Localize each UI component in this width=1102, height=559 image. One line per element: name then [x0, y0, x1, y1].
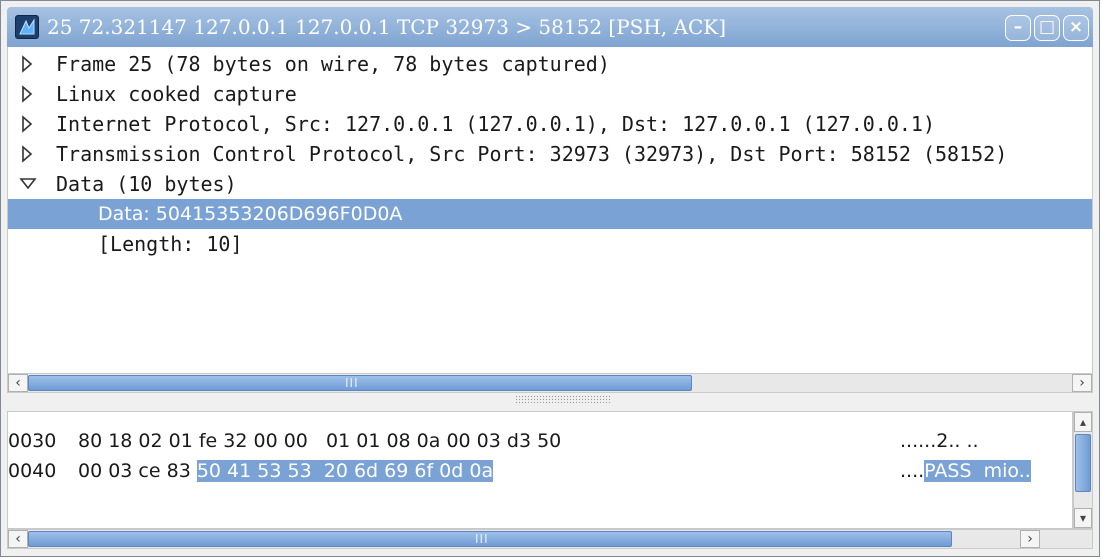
tree-row-data-value[interactable]: Data: 50415353206D696F0D0A — [8, 199, 1092, 229]
collapse-triangle-icon[interactable] — [18, 169, 38, 199]
expand-triangle-icon[interactable] — [18, 109, 38, 139]
scroll-thumb[interactable]: III — [28, 531, 952, 547]
hex-ascii: ......2.. .. — [900, 430, 979, 452]
tree-row-tcp[interactable]: Transmission Control Protocol, Src Port:… — [8, 139, 1092, 169]
packet-bytes-pane[interactable]: 0030 80 18 02 01 fe 32 00 00 01 01 08 0a… — [7, 411, 1073, 529]
expand-triangle-icon[interactable] — [18, 139, 38, 169]
close-button[interactable]: × — [1063, 15, 1089, 41]
scroll-grip: III — [345, 376, 359, 390]
bytes-vertical-scrollbar[interactable]: ▴ ▾ — [1073, 411, 1093, 529]
minimize-button[interactable]: – — [1005, 15, 1031, 41]
hex-bytes-highlighted[interactable]: 50 41 53 53 20 6d 69 6f 0d 0a — [196, 460, 494, 482]
tree-row-ip[interactable]: Internet Protocol, Src: 127.0.0.1 (127.0… — [8, 109, 1092, 139]
scroll-thumb[interactable]: III — [28, 375, 692, 391]
scroll-down-button[interactable]: ▾ — [1074, 508, 1092, 528]
window-title: 25 72.321147 127.0.0.1 127.0.0.1 TCP 329… — [47, 15, 727, 39]
tree-row-label: Transmission Control Protocol, Src Port:… — [56, 142, 1008, 166]
expand-triangle-icon[interactable] — [18, 49, 38, 79]
tree-row-label: Data (10 bytes) — [56, 172, 237, 196]
scroll-left-button[interactable]: ‹ — [8, 530, 28, 548]
hex-offset: 0030 — [8, 430, 57, 452]
tree-row-length[interactable]: [Length: 10] — [8, 229, 1092, 259]
expand-triangle-icon[interactable] — [18, 79, 38, 109]
tree-row-linux-cooked[interactable]: Linux cooked capture — [8, 79, 1092, 109]
tree-row-label: [Length: 10] — [98, 232, 243, 256]
pane-splitter[interactable] — [7, 393, 1093, 411]
tree-row-label: Frame 25 (78 bytes on wire, 78 bytes cap… — [56, 52, 610, 76]
tree-row-label: Data: 50415353206D696F0D0A — [98, 203, 403, 225]
hex-bytes: 80 18 02 01 fe 32 00 00 01 01 08 0a 00 0… — [78, 426, 561, 456]
scroll-right-button[interactable]: › — [1020, 530, 1040, 548]
hex-bytes-group: 80 18 02 01 fe 32 00 00 — [78, 430, 308, 452]
bytes-horizontal-scrollbar[interactable]: ‹ III › — [7, 529, 1093, 549]
tree-row-frame[interactable]: Frame 25 (78 bytes on wire, 78 bytes cap… — [8, 49, 1092, 79]
splitter-grip — [515, 395, 611, 405]
tree-row-data[interactable]: Data (10 bytes) — [8, 169, 1092, 199]
tree-row-label: Linux cooked capture — [56, 82, 297, 106]
hex-bytes: 00 03 ce 83 50 41 53 53 20 6d 69 6f 0d 0… — [78, 456, 494, 486]
title-bar[interactable]: 25 72.321147 127.0.0.1 127.0.0.1 TCP 329… — [7, 7, 1093, 47]
hex-bytes-group: 00 03 ce 83 — [78, 460, 191, 482]
wireshark-packet-window: 25 72.321147 127.0.0.1 127.0.0.1 TCP 329… — [0, 0, 1100, 557]
scroll-thumb[interactable] — [1075, 434, 1091, 492]
hex-ascii-highlighted[interactable]: PASS mio.. — [924, 460, 1031, 482]
hex-bytes-group: 01 01 08 0a 00 03 d3 50 — [326, 430, 562, 452]
scroll-left-button[interactable]: ‹ — [8, 374, 28, 392]
scroll-grip: III — [475, 532, 489, 546]
tree-row-label: Internet Protocol, Src: 127.0.0.1 (127.0… — [56, 112, 935, 136]
scroll-up-button[interactable]: ▴ — [1074, 412, 1092, 432]
tree-horizontal-scrollbar[interactable]: ‹ III › — [7, 373, 1093, 393]
hex-ascii: ....PASS mio.. — [900, 456, 1031, 486]
packet-details-tree[interactable]: Frame 25 (78 bytes on wire, 78 bytes cap… — [7, 47, 1093, 373]
scroll-right-button[interactable]: › — [1072, 374, 1092, 392]
hex-ascii-plain: .... — [900, 460, 925, 482]
wireshark-fin-icon — [15, 15, 39, 39]
hex-offset: 0040 — [8, 460, 57, 482]
maximize-button[interactable]: □ — [1034, 15, 1060, 41]
